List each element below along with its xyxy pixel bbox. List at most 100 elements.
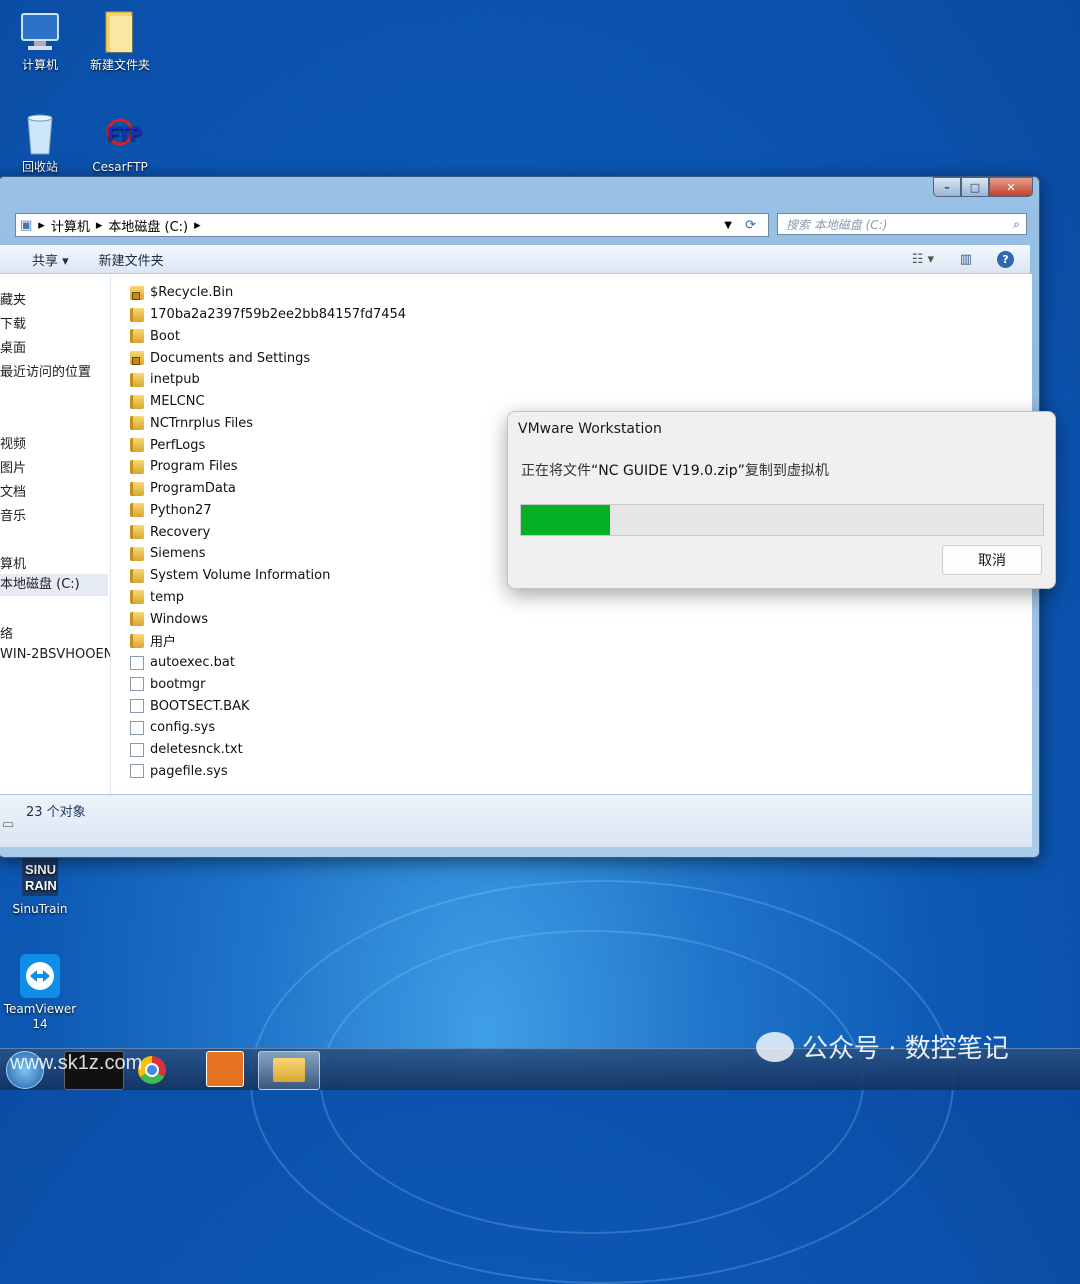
drive-icon: ▣ — [20, 217, 33, 233]
nav-videos[interactable]: 视频 — [0, 433, 26, 452]
file-list-item[interactable]: Boot — [130, 326, 406, 348]
file-name: $Recycle.Bin — [150, 285, 234, 301]
nav-downloads[interactable]: 下载 — [0, 313, 26, 332]
file-list-item[interactable]: deletesnck.txt — [130, 739, 406, 761]
file-list-item[interactable]: BOOTSECT.BAK — [130, 695, 406, 717]
minimize-button[interactable]: – — [933, 177, 961, 197]
file-list-item[interactable]: MELCNC — [130, 391, 406, 413]
watermark-right: 公众号 · 数控笔记 — [756, 1028, 1009, 1065]
folder-icon — [130, 329, 144, 344]
file-list-item[interactable]: Windows — [130, 608, 406, 630]
search-icon[interactable]: ⌕ — [1013, 217, 1020, 232]
desktop-icon-label: TeamViewer 14 — [3, 1002, 77, 1031]
file-name: deletesnck.txt — [150, 742, 243, 758]
breadcrumb-computer[interactable]: 计算机 — [51, 216, 90, 235]
file-list-item[interactable]: System Volume Information — [130, 565, 406, 587]
desktop-icon-recycle-bin[interactable]: 回收站 — [0, 110, 80, 175]
file-list-item[interactable]: Recovery — [130, 521, 406, 543]
file-icon — [130, 699, 144, 714]
nav-music[interactable]: 音乐 — [0, 505, 26, 524]
file-list-item[interactable]: Documents and Settings — [130, 347, 406, 369]
desktop-icon-label: 回收站 — [21, 160, 58, 174]
folder-icon — [130, 633, 144, 648]
command-bar: 共享 ▾ 新建文件夹 ☷ ▾ ▥ ? — [0, 245, 1030, 274]
file-list-item[interactable]: 用户 — [130, 630, 406, 652]
file-list-item[interactable]: bootmgr — [130, 674, 406, 696]
file-list-item[interactable]: Python27 — [130, 500, 406, 522]
help-icon[interactable]: ? — [997, 250, 1014, 268]
locked-folder-icon — [130, 285, 144, 300]
preview-pane-icon[interactable]: ▥ — [960, 252, 972, 267]
file-list-item[interactable]: pagefile.sys — [130, 761, 406, 783]
drive-icon: ▭ — [2, 817, 15, 832]
new-folder-button[interactable]: 新建文件夹 — [99, 250, 164, 269]
desktop-icon-sinutrain[interactable]: SINU RAIN SinuTrain — [0, 852, 80, 917]
nav-recent-places[interactable]: 最近访问的位置 — [0, 361, 91, 380]
file-icon — [130, 742, 144, 757]
desktop-icon-new-folder[interactable]: 新建文件夹 — [80, 8, 160, 73]
file-list-item[interactable]: $Recycle.Bin — [130, 282, 406, 304]
desktop-icon-teamviewer[interactable]: TeamViewer 14 — [0, 952, 80, 1032]
message-filename: “NC GUIDE V19.0.zip” — [591, 463, 745, 479]
nav-network-pc[interactable]: WIN-2BSVHOOEN — [0, 647, 110, 662]
nav-local-disk[interactable]: 本地磁盘 (C:) — [0, 574, 108, 596]
desktop-icon-label: SinuTrain — [12, 902, 68, 916]
taskbar-explorer-icon[interactable] — [258, 1051, 320, 1090]
address-dropdown-icon[interactable]: ▼ — [724, 220, 732, 231]
refresh-icon[interactable]: ⟳ — [745, 218, 756, 233]
file-list-item[interactable]: temp — [130, 587, 406, 609]
desktop-icon-computer[interactable]: 计算机 — [0, 8, 80, 73]
folder-icon — [130, 372, 144, 387]
nav-documents[interactable]: 文档 — [0, 481, 26, 500]
nav-network[interactable]: 络 — [0, 623, 13, 642]
nav-favorites[interactable]: 藏夹 — [0, 289, 26, 308]
file-name: Windows — [150, 611, 209, 627]
breadcrumb-local-disk[interactable]: 本地磁盘 (C:) — [108, 216, 188, 235]
nav-desktop[interactable]: 桌面 — [0, 337, 26, 356]
view-options-icon[interactable]: ☷ ▾ — [912, 252, 934, 267]
cancel-button[interactable]: 取消 — [942, 545, 1042, 575]
file-list-item[interactable]: Program Files — [130, 456, 406, 478]
file-list-item[interactable]: 170ba2a2397f59b2ee2bb84157fd7454 — [130, 304, 406, 326]
file-name: temp — [150, 589, 185, 605]
file-list-item[interactable]: PerfLogs — [130, 434, 406, 456]
folder-icon — [130, 481, 144, 496]
file-list-item[interactable]: autoexec.bat — [130, 652, 406, 674]
file-name: Python27 — [150, 502, 212, 518]
file-name: ProgramData — [150, 481, 236, 497]
close-button[interactable]: ✕ — [989, 177, 1033, 197]
file-name: BOOTSECT.BAK — [150, 698, 250, 714]
file-name: NCTrnrplus Files — [150, 415, 254, 431]
folder-icon — [130, 568, 144, 583]
address-bar[interactable]: ▣ ▸ 计算机 ▸ 本地磁盘 (C:) ▸ ▼ ⟳ — [15, 213, 769, 237]
file-icon — [130, 655, 144, 670]
file-list-item[interactable]: inetpub — [130, 369, 406, 391]
breadcrumb-sep: ▸ — [38, 217, 45, 233]
folder-icon — [130, 590, 144, 605]
file-list-item[interactable]: ProgramData — [130, 478, 406, 500]
nav-pictures[interactable]: 图片 — [0, 457, 26, 476]
navigation-pane: 藏夹 下载 桌面 最近访问的位置 视频 图片 文档 音乐 算机 本地磁盘 (C:… — [0, 274, 111, 794]
nav-computer[interactable]: 算机 — [0, 553, 26, 572]
svg-text:FTP: FTP — [108, 124, 142, 144]
breadcrumb-sep: ▸ — [95, 217, 103, 233]
maximize-button[interactable]: □ — [961, 177, 989, 197]
file-list-item[interactable]: NCTrnrplus Files — [130, 413, 406, 435]
teamviewer-icon — [16, 952, 64, 1000]
share-menu[interactable]: 共享 ▾ — [32, 250, 69, 269]
desktop-icon-label: 新建文件夹 — [89, 58, 150, 72]
file-name: Program Files — [150, 459, 238, 475]
file-icon — [130, 720, 144, 735]
svg-text:RAIN: RAIN — [25, 878, 57, 893]
search-input[interactable]: 搜索 本地磁盘 (C:) ⌕ — [777, 213, 1027, 235]
progress-bar — [520, 504, 1044, 536]
file-list-item[interactable]: config.sys — [130, 717, 406, 739]
watermark-left: www.sk1z.com — [10, 1052, 143, 1074]
file-name: Boot — [150, 328, 180, 344]
taskbar-app-icon[interactable] — [206, 1051, 244, 1087]
item-count: 23 个对象 — [26, 805, 86, 820]
file-name: 170ba2a2397f59b2ee2bb84157fd7454 — [150, 307, 407, 323]
folder-icon — [96, 8, 144, 56]
file-list-item[interactable]: Siemens — [130, 543, 406, 565]
desktop-icon-ftp[interactable]: FTP CesarFTP — [80, 110, 160, 175]
